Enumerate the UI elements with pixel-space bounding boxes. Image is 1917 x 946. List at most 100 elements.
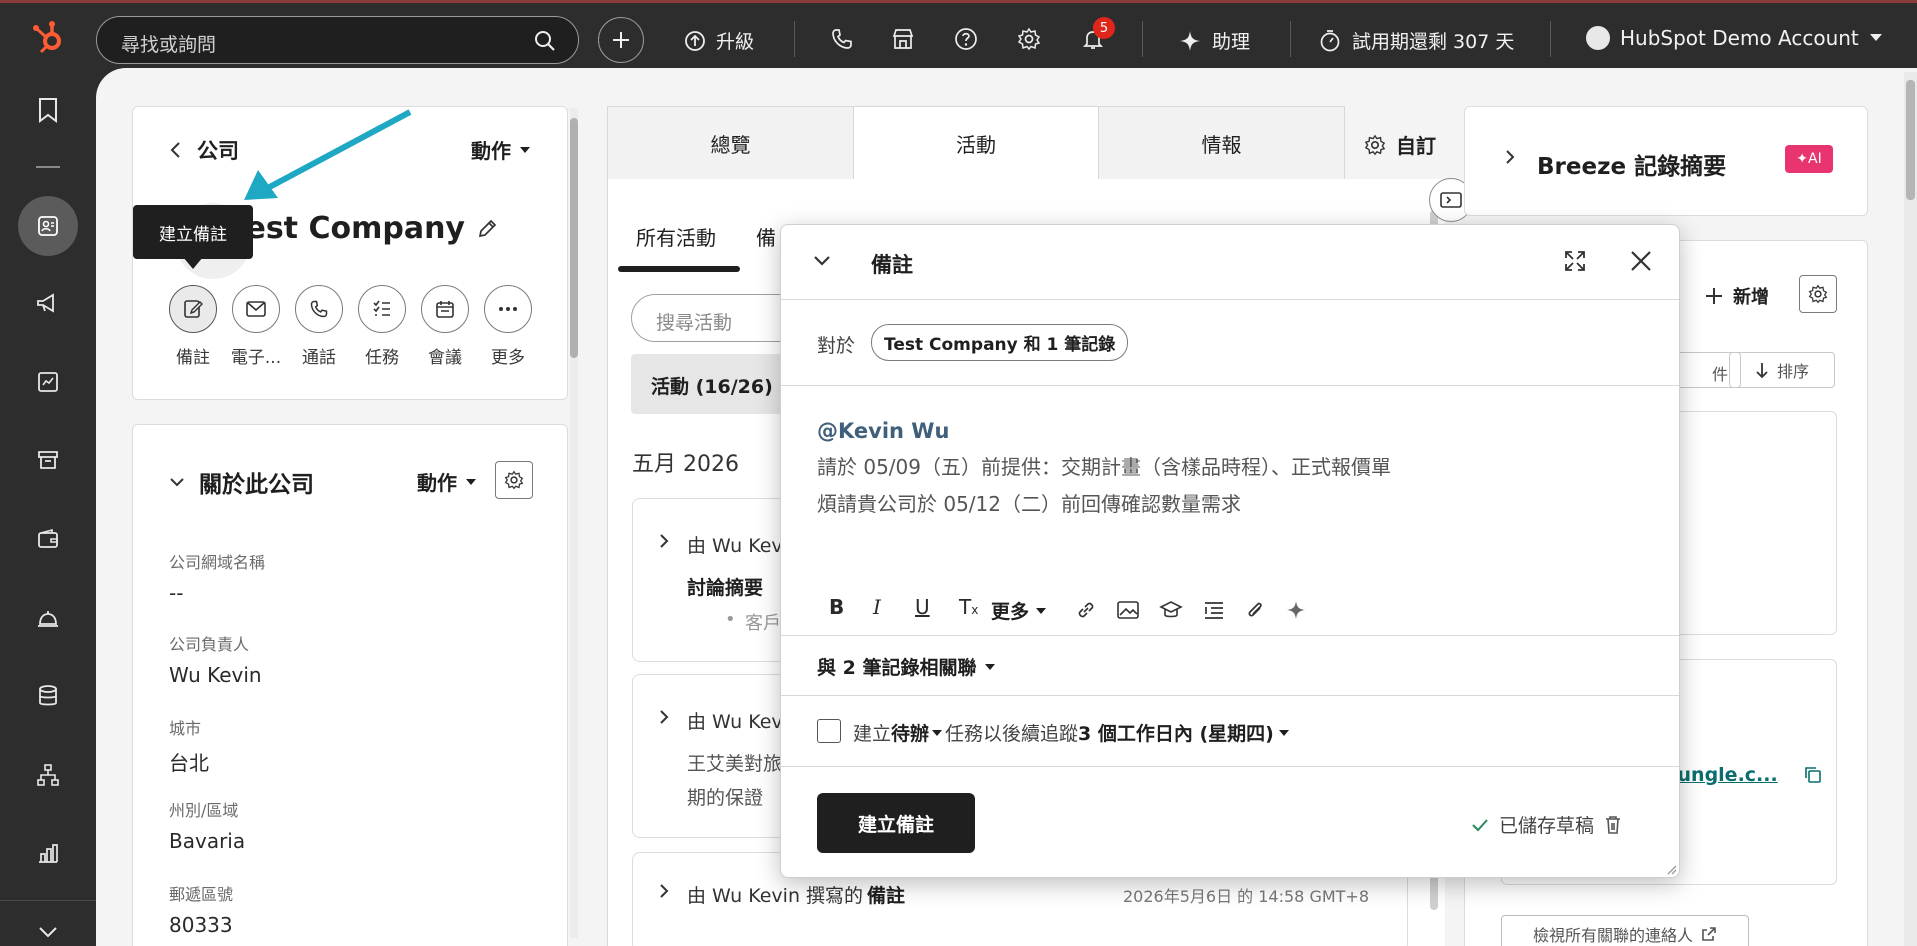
- reports-icon[interactable]: [28, 362, 68, 402]
- service-icon[interactable]: [28, 598, 68, 638]
- more-label: 更多: [991, 601, 1030, 623]
- expand-icon[interactable]: [1563, 249, 1587, 273]
- caret-down-icon[interactable]: [931, 729, 943, 737]
- phone-icon[interactable]: [295, 285, 343, 333]
- divider: [781, 635, 1679, 636]
- email-icon[interactable]: [232, 285, 280, 333]
- field-value[interactable]: Bavaria: [169, 829, 245, 853]
- left-panel-scrollbar[interactable]: [570, 108, 578, 938]
- help-icon[interactable]: [954, 27, 978, 51]
- call-action[interactable]: 通話: [295, 285, 343, 368]
- breeze-title[interactable]: Breeze 記錄摘要: [1537, 147, 1726, 181]
- back-to-companies-link[interactable]: 公司: [169, 135, 239, 165]
- clear-format-button[interactable]: Tx: [959, 595, 978, 619]
- field-value[interactable]: --: [169, 581, 183, 605]
- gear-icon: [504, 470, 524, 490]
- view-all-contacts-link[interactable]: 檢視所有關聯的連絡人: [1501, 915, 1749, 946]
- link-icon[interactable]: [1075, 599, 1097, 621]
- database-icon[interactable]: [28, 676, 68, 716]
- hubspot-logo-icon[interactable]: [30, 19, 68, 57]
- chevron-right-icon[interactable]: [659, 533, 669, 549]
- caret-down-icon[interactable]: [1278, 729, 1290, 737]
- snippet-icon[interactable]: [1203, 600, 1225, 620]
- note-body-editor[interactable]: @Kevin Wu 請於 05/09（五）前提供：交期計畫（含樣品時程）、正式報…: [817, 401, 1647, 571]
- analytics-icon[interactable]: [28, 833, 68, 873]
- phone-icon[interactable]: [830, 27, 854, 51]
- global-search-input[interactable]: 尋找或詢問: [96, 16, 579, 64]
- company-name[interactable]: Test Company: [229, 211, 465, 246]
- create-new-button[interactable]: [598, 17, 644, 63]
- wallet-icon[interactable]: [28, 519, 68, 559]
- chevron-right-icon[interactable]: [659, 883, 669, 899]
- subtab-notes[interactable]: 備: [756, 222, 776, 251]
- chevron-right-icon[interactable]: [1505, 149, 1515, 165]
- more-action[interactable]: 更多: [484, 285, 532, 368]
- about-settings-button[interactable]: [495, 461, 533, 499]
- checkmark-icon: [1472, 818, 1488, 831]
- associations-dropdown[interactable]: 與 2 筆記錄相關聯: [817, 653, 996, 680]
- followup-task-checkbox[interactable]: [817, 719, 841, 743]
- meeting-icon[interactable]: [421, 285, 469, 333]
- task-type-dropdown[interactable]: 待辦: [891, 719, 929, 746]
- marketing-icon[interactable]: [28, 283, 68, 323]
- add-label: 新增: [1733, 287, 1769, 308]
- note-action[interactable]: 備註: [169, 285, 217, 368]
- field-value[interactable]: Wu Kevin: [169, 663, 262, 687]
- record-actions-dropdown[interactable]: 動作: [471, 135, 531, 164]
- ai-sparkle-icon[interactable]: [1285, 599, 1307, 621]
- collapse-chevron-icon[interactable]: [813, 255, 831, 267]
- meeting-action[interactable]: 會議: [421, 285, 469, 368]
- divider: [781, 695, 1679, 696]
- resize-handle-icon[interactable]: [1665, 863, 1677, 875]
- contacts-icon[interactable]: [18, 196, 78, 256]
- field-value[interactable]: 台北: [169, 747, 209, 776]
- email-action[interactable]: 電子...: [231, 285, 281, 368]
- close-icon[interactable]: [1629, 249, 1653, 273]
- bold-button[interactable]: B: [829, 595, 844, 619]
- marketplace-icon[interactable]: [891, 27, 915, 51]
- attachment-icon[interactable]: [1245, 599, 1265, 621]
- contacts-settings-button[interactable]: [1799, 275, 1837, 313]
- account-menu[interactable]: HubSpot Demo Account: [1586, 26, 1883, 50]
- field-value[interactable]: 80333: [169, 913, 233, 937]
- italic-button[interactable]: I: [873, 595, 881, 619]
- tab-overview[interactable]: 總覽: [607, 106, 854, 180]
- copy-icon[interactable]: [1804, 766, 1822, 784]
- upgrade-button[interactable]: 升級: [684, 27, 754, 54]
- due-date-dropdown[interactable]: 3 個工作日內 (星期四): [1078, 719, 1274, 746]
- search-icon[interactable]: [534, 30, 556, 52]
- sort-button[interactable]: 排序: [1729, 352, 1835, 388]
- commerce-icon[interactable]: [28, 440, 68, 480]
- org-icon[interactable]: [28, 755, 68, 795]
- more-formatting-dropdown[interactable]: 更多: [991, 597, 1047, 624]
- edit-pencil-icon[interactable]: [477, 219, 497, 239]
- note-icon[interactable]: [169, 285, 217, 333]
- about-company-card: 關於此公司 動作 公司網域名稱 -- 公司負責人 Wu Kevin 城市 台北 …: [132, 424, 568, 946]
- task-action[interactable]: 任務: [358, 285, 406, 368]
- underline-button[interactable]: U: [915, 595, 930, 619]
- expand-icon[interactable]: [28, 912, 68, 946]
- add-contact-button[interactable]: 新增: [1705, 283, 1769, 309]
- trial-status-button[interactable]: 試用期還剩 307 天: [1318, 27, 1514, 54]
- assistant-label: 助理: [1212, 31, 1251, 53]
- task-icon[interactable]: [358, 285, 406, 333]
- more-icon[interactable]: [484, 285, 532, 333]
- image-icon[interactable]: [1117, 600, 1139, 620]
- page-scrollbar[interactable]: [1904, 72, 1917, 946]
- about-section-toggle[interactable]: 關於此公司: [169, 465, 314, 499]
- tab-intelligence[interactable]: 情報: [1098, 106, 1345, 180]
- assistant-button[interactable]: 助理: [1178, 27, 1250, 54]
- tab-activities[interactable]: 活動: [853, 106, 1099, 180]
- associated-records-pill[interactable]: Test Company 和 1 筆記錄: [871, 324, 1129, 361]
- create-note-button[interactable]: 建立備註: [817, 793, 975, 853]
- top-navigation-bar: 尋找或詢問 升級 5 助理 試用期還剩 307 天 HubSpot Demo A…: [0, 0, 1917, 72]
- knowledge-icon[interactable]: [1159, 600, 1183, 620]
- chevron-right-icon[interactable]: [659, 709, 669, 725]
- about-title: 關於此公司: [199, 472, 314, 498]
- customize-tabs-button[interactable]: 自訂: [1364, 130, 1436, 159]
- about-actions-dropdown[interactable]: 動作: [417, 467, 477, 496]
- bookmark-icon[interactable]: [28, 90, 68, 130]
- settings-gear-icon[interactable]: [1017, 27, 1041, 51]
- trash-icon[interactable]: [1604, 815, 1622, 835]
- subtab-all-activities[interactable]: 所有活動: [636, 222, 716, 251]
